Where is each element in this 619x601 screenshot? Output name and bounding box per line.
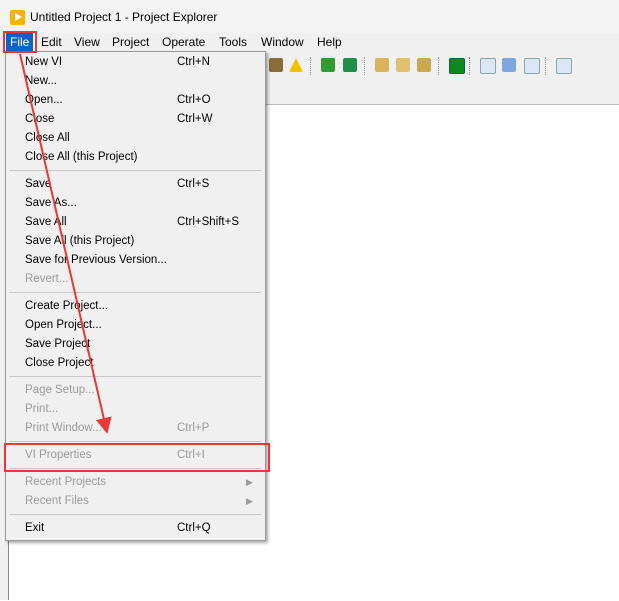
annotation-arrow bbox=[19, 53, 112, 434]
